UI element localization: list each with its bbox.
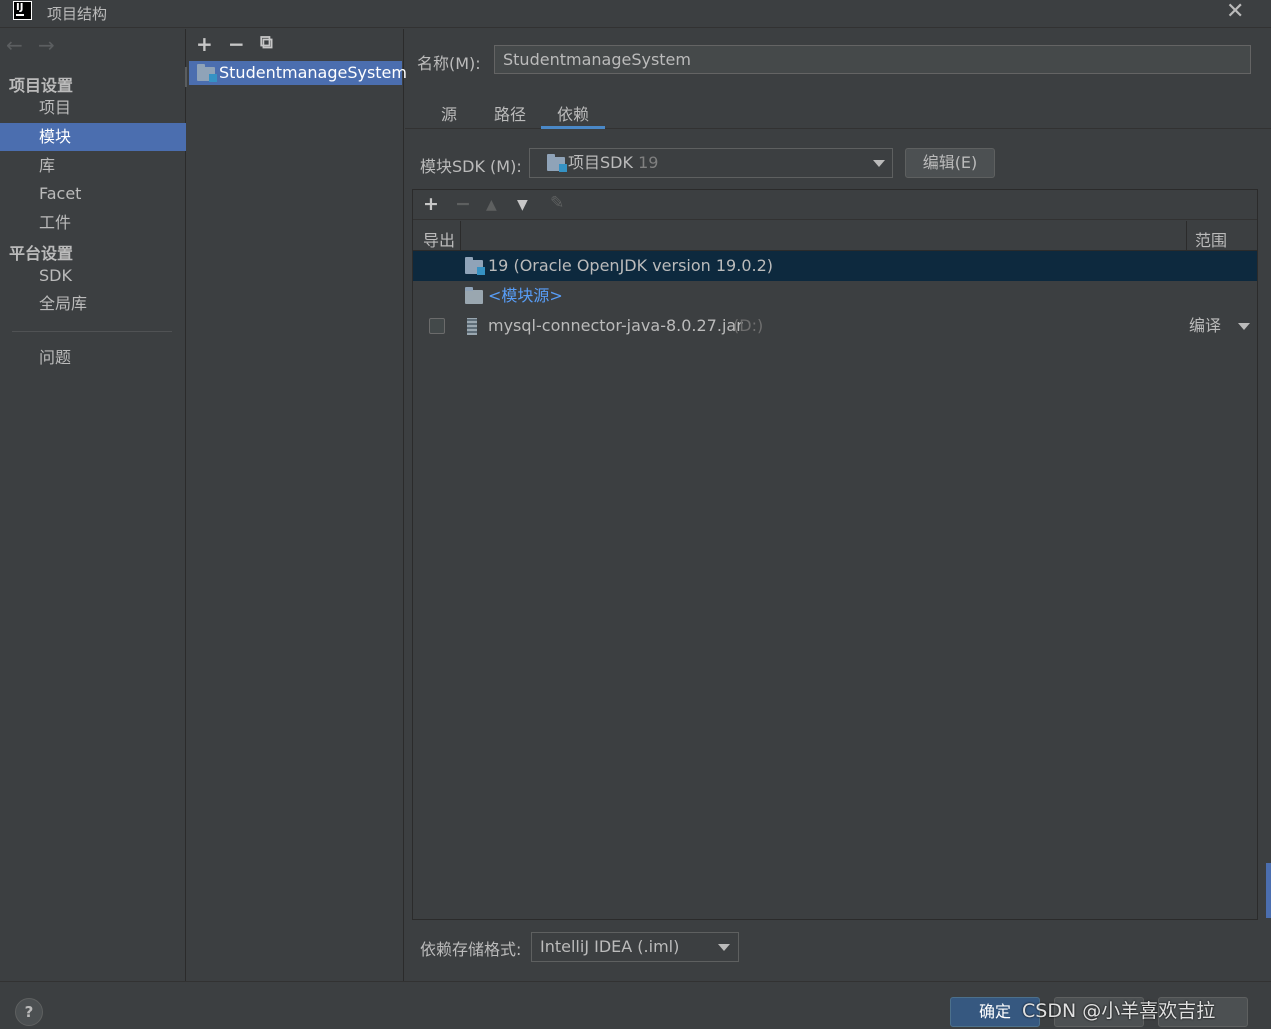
scope-value[interactable]: 编译 [1189,311,1221,341]
section-platform-settings: 平台设置 [9,244,74,263]
dependency-name: mysql-connector-java-8.0.27.jar [488,316,743,335]
sidebar-item-libraries[interactable]: 库 [0,152,186,180]
table-row[interactable]: <模块源> [413,281,1257,311]
scrollbar[interactable] [1266,863,1271,918]
storage-format-dropdown[interactable]: IntelliJ IDEA (.iml) [531,932,739,962]
chevron-down-icon [873,160,885,167]
close-button[interactable]: ✕ [1226,0,1244,24]
module-sdk-label: 模块SDK (M): [420,157,522,176]
module-name-label: StudentmanageSystem [219,63,407,82]
dependencies-table: + − ▲ ▼ ✎ 导出 范围 19 (Oracle OpenJDK versi… [412,189,1258,920]
module-folder-icon [197,64,217,82]
module-settings-panel: 名称(M): StudentmanageSystem 源 路径 依赖 模块SDK… [405,29,1271,981]
tab-dependencies[interactable]: 依赖 [557,101,589,125]
active-tab-indicator [541,126,605,129]
sdk-value: 项目SDK [568,153,633,172]
storage-format-label: 依赖存储格式: [420,940,522,959]
title-bar: IJ 项目结构 ✕ [0,0,1271,28]
dialog-footer: ? 确定 CSDN @小羊喜欢吉拉 [0,981,1271,1029]
section-project-settings: 项目设置 [9,76,74,95]
sidebar-item-artifacts[interactable]: 工件 [0,209,186,237]
remove-module-icon[interactable]: − [228,32,245,56]
storage-format-value: IntelliJ IDEA (.iml) [540,937,680,956]
remove-dependency-icon[interactable]: − [455,193,471,215]
module-list-item[interactable]: StudentmanageSystem [189,61,407,85]
module-list-panel: + − ⧉ StudentmanageSystem [187,29,407,981]
dependency-name: 19 (Oracle OpenJDK version 19.0.2) [488,256,774,275]
dependency-name: <模块源> [488,286,563,305]
forward-arrow-icon[interactable]: → [38,33,55,57]
sidebar-item-global-libraries[interactable]: 全局库 [0,290,186,318]
name-label: 名称(M): [417,54,481,73]
tab-bar: 源 路径 依赖 [405,89,1271,129]
move-up-icon[interactable]: ▲ [486,197,497,213]
back-arrow-icon[interactable]: ← [6,33,23,57]
column-scope[interactable]: 范围 [1195,227,1227,251]
copy-module-icon[interactable]: ⧉ [260,32,273,53]
module-name-input[interactable]: StudentmanageSystem [494,45,1251,74]
add-dependency-icon[interactable]: + [423,193,439,215]
tab-sources[interactable]: 源 [441,101,457,125]
sdk-version: 19 [638,153,659,172]
sidebar-divider [12,331,172,332]
dependency-location: (D:) [733,316,764,335]
intellij-logo-icon: IJ [13,1,32,20]
dependencies-toolbar: + − ▲ ▼ ✎ [413,190,1257,220]
sidebar-item-modules[interactable]: 模块 [0,123,186,151]
table-row[interactable]: mysql-connector-java-8.0.27.jar (D:) 编译 [413,311,1257,341]
module-sdk-dropdown[interactable]: 项目SDK 19 [529,148,893,178]
sidebar-item-facets[interactable]: Facet [0,180,186,208]
jar-icon [467,318,477,335]
column-divider [1186,221,1187,251]
column-export[interactable]: 导出 [423,227,455,251]
add-module-icon[interactable]: + [196,32,213,56]
chevron-down-icon [718,944,730,951]
column-divider [460,221,461,251]
sidebar-item-problems[interactable]: 问题 [0,344,186,372]
source-folder-icon [465,287,483,304]
sidebar-item-sdks[interactable]: SDK [0,262,186,290]
chevron-down-icon[interactable] [1238,323,1250,330]
help-button[interactable]: ? [15,998,43,1026]
settings-sidebar: ← → 项目设置 项目 模块 库 Facet 工件 平台设置 SDK 全局库 问… [0,29,186,981]
table-header: 导出 范围 [413,221,1257,251]
export-checkbox[interactable] [429,318,445,334]
window-title: 项目结构 [47,5,108,23]
edit-sdk-button[interactable]: 编辑(E) [905,148,995,178]
table-row[interactable]: 19 (Oracle OpenJDK version 19.0.2) [413,251,1257,281]
sidebar-item-project[interactable]: 项目 [0,94,186,122]
move-down-icon[interactable]: ▼ [517,197,528,213]
tab-paths[interactable]: 路径 [494,101,526,125]
sdk-folder-icon [547,154,567,172]
watermark: CSDN @小羊喜欢吉拉 [1022,1000,1216,1022]
edit-dependency-icon[interactable]: ✎ [550,193,564,213]
jdk-folder-icon [465,257,485,275]
